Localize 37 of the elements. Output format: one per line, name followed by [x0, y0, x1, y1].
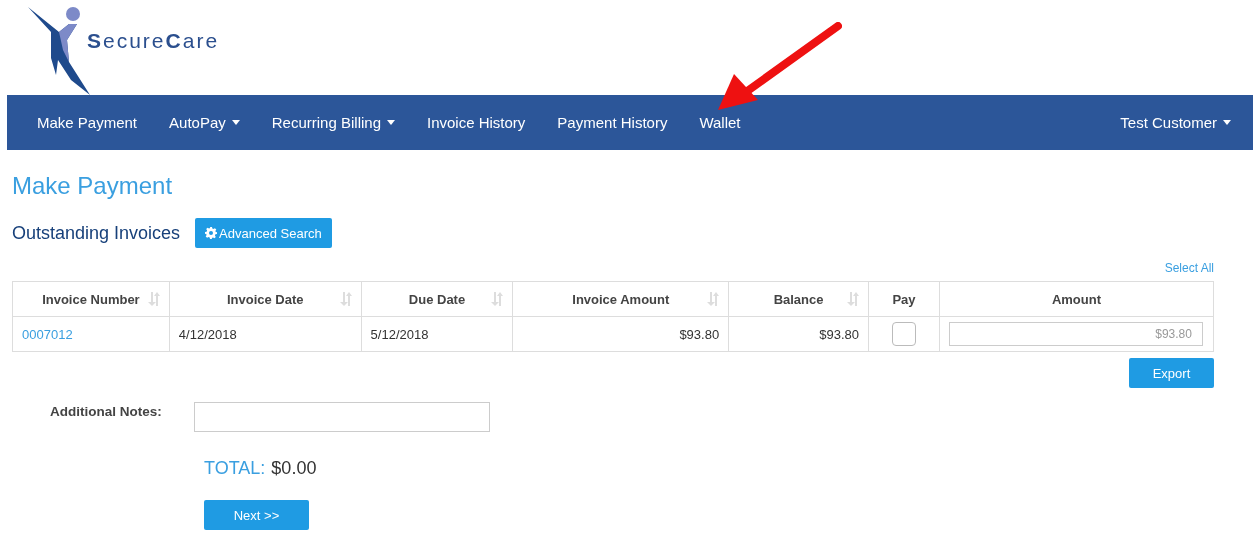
caret-icon [1223, 120, 1231, 125]
nav-link[interactable]: Make Payment [21, 114, 154, 131]
sort-icon[interactable] [707, 292, 720, 306]
table-cell: 5/12/2018 [370, 326, 429, 342]
sort-icon[interactable] [147, 292, 160, 306]
sort-icon[interactable] [339, 292, 352, 306]
column-header: Due Date [408, 291, 466, 307]
user-menu[interactable]: Test Customer [1104, 114, 1247, 131]
gear-icon [205, 227, 218, 239]
nav-link[interactable]: Payment History [541, 114, 684, 131]
column-header: Invoice Amount [572, 291, 670, 307]
column-header: Pay [892, 291, 916, 307]
nav-link[interactable]: AutoPay [153, 114, 256, 131]
nav-link[interactable]: Wallet [683, 114, 757, 131]
column-header: Balance [773, 291, 824, 307]
total-label: TOTAL: [204, 458, 266, 479]
notes-field[interactable] [193, 402, 490, 432]
section-title: Outstanding Invoices [12, 222, 181, 244]
column-header: Amount [1051, 291, 1101, 307]
nav-link[interactable]: Invoice History [411, 114, 542, 131]
sort-icon[interactable] [491, 292, 504, 306]
total-value: $0.00 [271, 458, 317, 479]
caret-icon [231, 120, 240, 125]
table-cell: 4/12/2018 [178, 326, 237, 342]
notes-label: Additional Notes: [50, 403, 162, 421]
column-header: Invoice Number [42, 291, 140, 307]
table-cell: $93.80 [679, 326, 720, 342]
logo-text: SecureCare [87, 28, 220, 53]
page-title: Make Payment [12, 172, 174, 200]
annotation-arrow-icon [716, 22, 842, 112]
pay-checkbox[interactable] [891, 322, 916, 346]
amount-field[interactable]: $93.80 [948, 322, 1203, 346]
column-header: Invoice Date [226, 291, 304, 307]
nav-link[interactable]: Recurring Billing [255, 114, 411, 131]
table-cell: $93.80 [819, 326, 859, 342]
caret-icon [387, 120, 395, 125]
sort-icon[interactable] [847, 292, 859, 306]
